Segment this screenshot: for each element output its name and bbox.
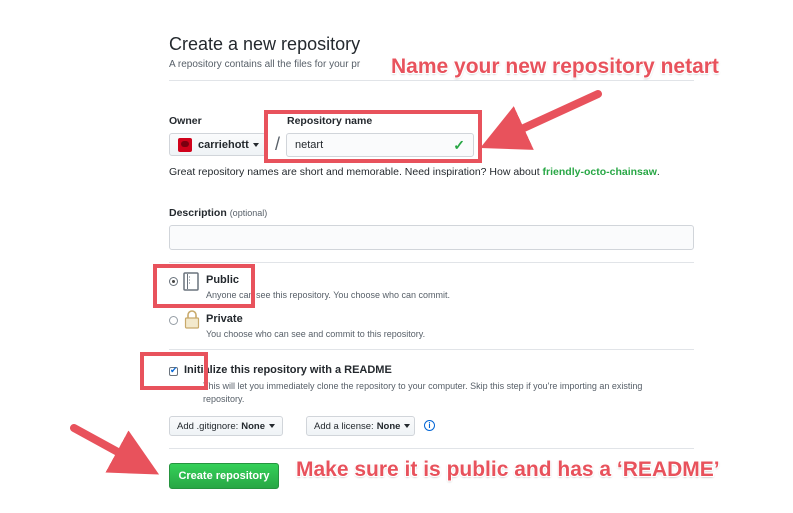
arrow-to-repo-name: [480, 90, 602, 150]
arrow-to-create-button: [70, 424, 160, 475]
annotation-public-note: Make sure it is public and has a ‘README…: [296, 458, 720, 481]
annotation-name-note: Name your new repository netart: [391, 55, 719, 78]
